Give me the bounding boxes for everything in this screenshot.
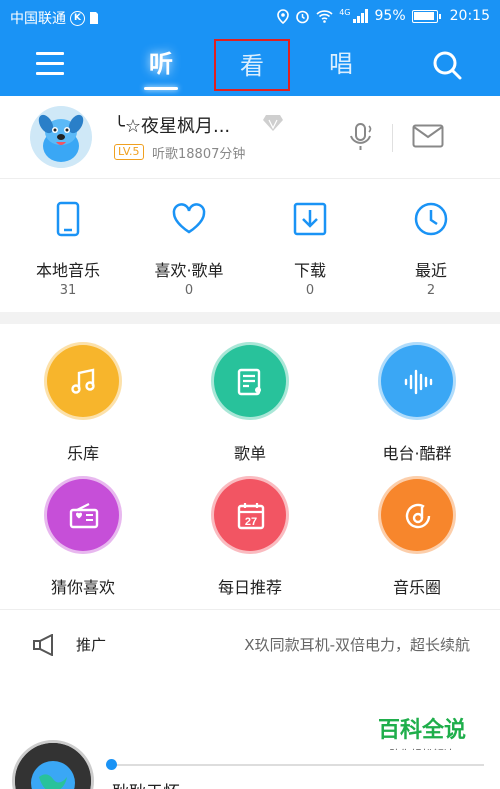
status-bar: 中国联通 K 4G 95% 20:15 xyxy=(0,0,500,34)
stat-local-music[interactable]: 本地音乐 31 xyxy=(8,179,128,313)
album-globe-icon xyxy=(15,743,91,789)
grid-label: 歌单 xyxy=(233,444,266,463)
grid-item-guess-you-like[interactable]: 猜你喜欢 xyxy=(0,476,166,616)
avatar[interactable] xyxy=(30,106,92,168)
vip-diamond-icon[interactable] xyxy=(262,114,284,132)
sim-icon xyxy=(90,12,98,24)
stat-recent[interactable]: 最近 2 xyxy=(371,179,491,313)
carrier-badge-icon: K xyxy=(70,10,85,26)
profile-card[interactable]: ╰☆夜星枫月... LV.5 听歌18807分钟 xyxy=(0,96,500,178)
battery-icon xyxy=(411,9,441,23)
watermark-title: 百科全说 xyxy=(377,718,466,743)
radio-circle xyxy=(378,342,456,420)
megaphone-icon xyxy=(33,634,53,656)
feature-grid: 乐库 歌单 电台·酷群 猜你喜欢 27 每日推荐 音乐圈 xyxy=(0,324,500,609)
stat-favorites[interactable]: 喜欢·歌单 0 xyxy=(129,179,249,313)
tab-listen[interactable]: 听 xyxy=(138,44,184,90)
promo-banner[interactable]: 推广 X玖同款耳机-双倍电力，超长续航 xyxy=(0,609,500,679)
top-nav: 听 看 唱 xyxy=(0,34,500,96)
stat-count: 0 xyxy=(184,283,194,298)
grid-label: 音乐圈 xyxy=(392,578,441,597)
stat-count: 2 xyxy=(426,283,436,298)
sound-wave-icon xyxy=(404,369,433,395)
tab-sing[interactable]: 唱 xyxy=(318,44,364,84)
clock-time: 20:15 xyxy=(449,8,490,24)
promo-text[interactable]: X玖同款耳机-双倍电力，超长续航 xyxy=(244,634,470,655)
song-title[interactable]: 耿耿于怀 xyxy=(112,778,180,789)
calendar-icon: 27 xyxy=(237,503,265,530)
grid-item-playlist[interactable]: 歌单 xyxy=(167,342,333,482)
search-icon[interactable] xyxy=(432,50,462,80)
radio-heart-icon xyxy=(69,503,99,529)
grid-label: 电台·酷群 xyxy=(382,444,452,463)
guess-circle xyxy=(44,476,122,554)
stat-count: 31 xyxy=(59,283,77,298)
clock-icon xyxy=(414,202,448,236)
grid-label: 猜你喜欢 xyxy=(50,578,115,597)
heart-icon xyxy=(172,203,206,234)
promo-label: 推广 xyxy=(76,636,107,654)
signal-icon xyxy=(352,9,368,23)
network-type-label: 4G xyxy=(339,8,351,17)
stat-count: 0 xyxy=(305,283,315,298)
grid-item-radio[interactable]: 电台·酷群 xyxy=(334,342,500,482)
tab-watch[interactable]: 看 xyxy=(214,39,290,91)
divider xyxy=(392,124,393,152)
music-circle-icon xyxy=(405,503,431,529)
menu-icon[interactable] xyxy=(36,52,64,76)
phone-icon xyxy=(56,201,80,237)
grid-label: 每日推荐 xyxy=(217,578,282,597)
progress-track[interactable] xyxy=(108,764,484,766)
location-icon xyxy=(277,8,290,24)
grid-item-library[interactable]: 乐库 xyxy=(0,342,166,482)
grid-item-daily[interactable]: 27 每日推荐 xyxy=(167,476,333,616)
music-note-icon xyxy=(71,368,95,394)
progress-handle[interactable] xyxy=(106,759,117,770)
mail-icon[interactable] xyxy=(412,124,444,148)
level-badge: LV.5 xyxy=(114,144,144,160)
wifi-icon xyxy=(316,9,333,23)
stat-label: 喜欢·歌单 xyxy=(154,261,224,280)
grid-label: 乐库 xyxy=(66,444,99,463)
alarm-icon xyxy=(296,10,310,23)
playlist-icon xyxy=(237,368,261,396)
listen-time: 听歌18807分钟 xyxy=(152,147,246,162)
grid-item-music-circle[interactable]: 音乐圈 xyxy=(334,476,500,616)
stat-label: 下载 xyxy=(293,261,326,280)
carrier-label: 中国联通 xyxy=(10,11,66,27)
stat-label: 本地音乐 xyxy=(35,261,100,280)
mini-player[interactable]: 耿耿于怀 xyxy=(0,740,500,789)
stat-download[interactable]: 下载 0 xyxy=(250,179,370,313)
username[interactable]: ╰☆夜星枫月... xyxy=(114,112,230,138)
stats-row: 本地音乐 31 喜欢·歌单 0 下载 0 最近 2 xyxy=(0,178,500,312)
recognize-song-icon[interactable] xyxy=(348,122,374,152)
music-library-circle xyxy=(44,342,122,420)
stat-label: 最近 xyxy=(414,261,447,280)
dog-avatar-icon xyxy=(30,106,92,168)
calendar-day: 27 xyxy=(245,516,257,528)
daily-circle: 27 xyxy=(211,476,289,554)
playlist-circle xyxy=(211,342,289,420)
battery-percent: 95% xyxy=(374,8,406,24)
download-icon xyxy=(293,202,327,236)
music-circle-bg xyxy=(378,476,456,554)
